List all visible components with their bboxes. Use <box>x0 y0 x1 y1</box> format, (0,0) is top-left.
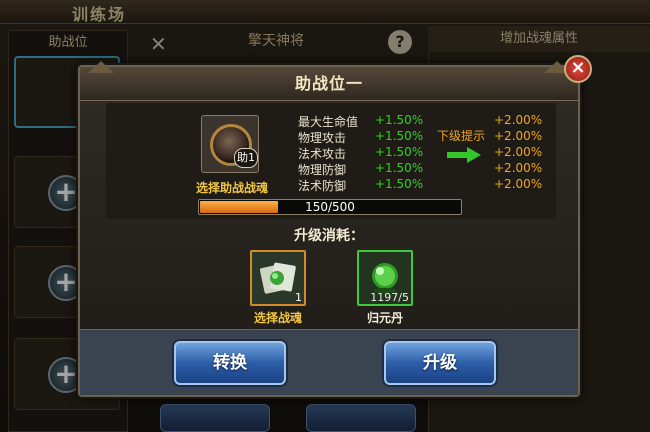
stat-name: 物理攻击 <box>298 131 347 145</box>
stat-current: +1.50% <box>375 161 424 175</box>
dialog-footer <box>80 329 578 395</box>
pill-item-slot[interactable]: 1197/5 <box>357 250 413 306</box>
stat-next: +2.00% <box>494 161 543 175</box>
stat-row: 法术防御 +1.50% +2.00% <box>298 177 558 193</box>
stat-current: +1.50% <box>375 129 424 143</box>
pill-item-name: 归元丹 <box>366 311 403 325</box>
stat-next: +2.00% <box>494 145 543 159</box>
stat-current: +1.50% <box>375 145 424 159</box>
stat-row: 最大生命值 +1.50% +2.00% <box>298 113 558 129</box>
upgrade-button[interactable]: 升级 <box>384 341 496 385</box>
green-arrow-icon <box>447 147 481 163</box>
experience-bar: 150/500 <box>198 199 462 215</box>
close-icon[interactable]: × <box>564 55 592 83</box>
stat-name: 法术防御 <box>298 179 347 193</box>
soul-item-slot[interactable]: 1 <box>250 250 306 306</box>
stat-next: +2.00% <box>494 177 543 191</box>
stat-row: 物理防御 +1.50% +2.00% <box>298 161 558 177</box>
assist-soul-slot[interactable]: 助1 <box>201 115 259 173</box>
stat-name: 法术攻击 <box>298 147 347 161</box>
slot-badge: 助1 <box>234 148 258 168</box>
stat-next: +2.00% <box>494 129 543 143</box>
stat-current: +1.50% <box>375 177 424 191</box>
stat-next: +2.00% <box>494 113 543 127</box>
stat-row: 法术攻击 +1.50% +2.00% <box>298 145 558 161</box>
stat-name: 最大生命值 <box>298 115 359 129</box>
next-level-hint: 下级提示 <box>437 129 486 143</box>
select-soul-caption[interactable]: 选择助战战魂 <box>180 179 284 196</box>
soul-item-count: 1 <box>295 291 302 304</box>
dialog-title: 助战位一 <box>294 74 363 93</box>
stat-current: +1.50% <box>375 113 424 127</box>
soul-cards-icon <box>260 262 296 294</box>
assist-slot-dialog: 助战位一 × 助1 选择助战战魂 最大生命值 +1.50% +2.00% 物理攻… <box>78 55 592 397</box>
experience-text: 150/500 <box>305 200 355 214</box>
upgrade-cost-label: 升级消耗： <box>294 228 364 244</box>
stat-row: 物理攻击 +1.50% +2.00% <box>298 129 558 145</box>
convert-button[interactable]: 转换 <box>174 341 286 385</box>
stat-name: 物理防御 <box>298 163 347 177</box>
pill-item-count: 1197/5 <box>370 291 409 304</box>
soul-item-name: 选择战魂 <box>253 311 302 325</box>
